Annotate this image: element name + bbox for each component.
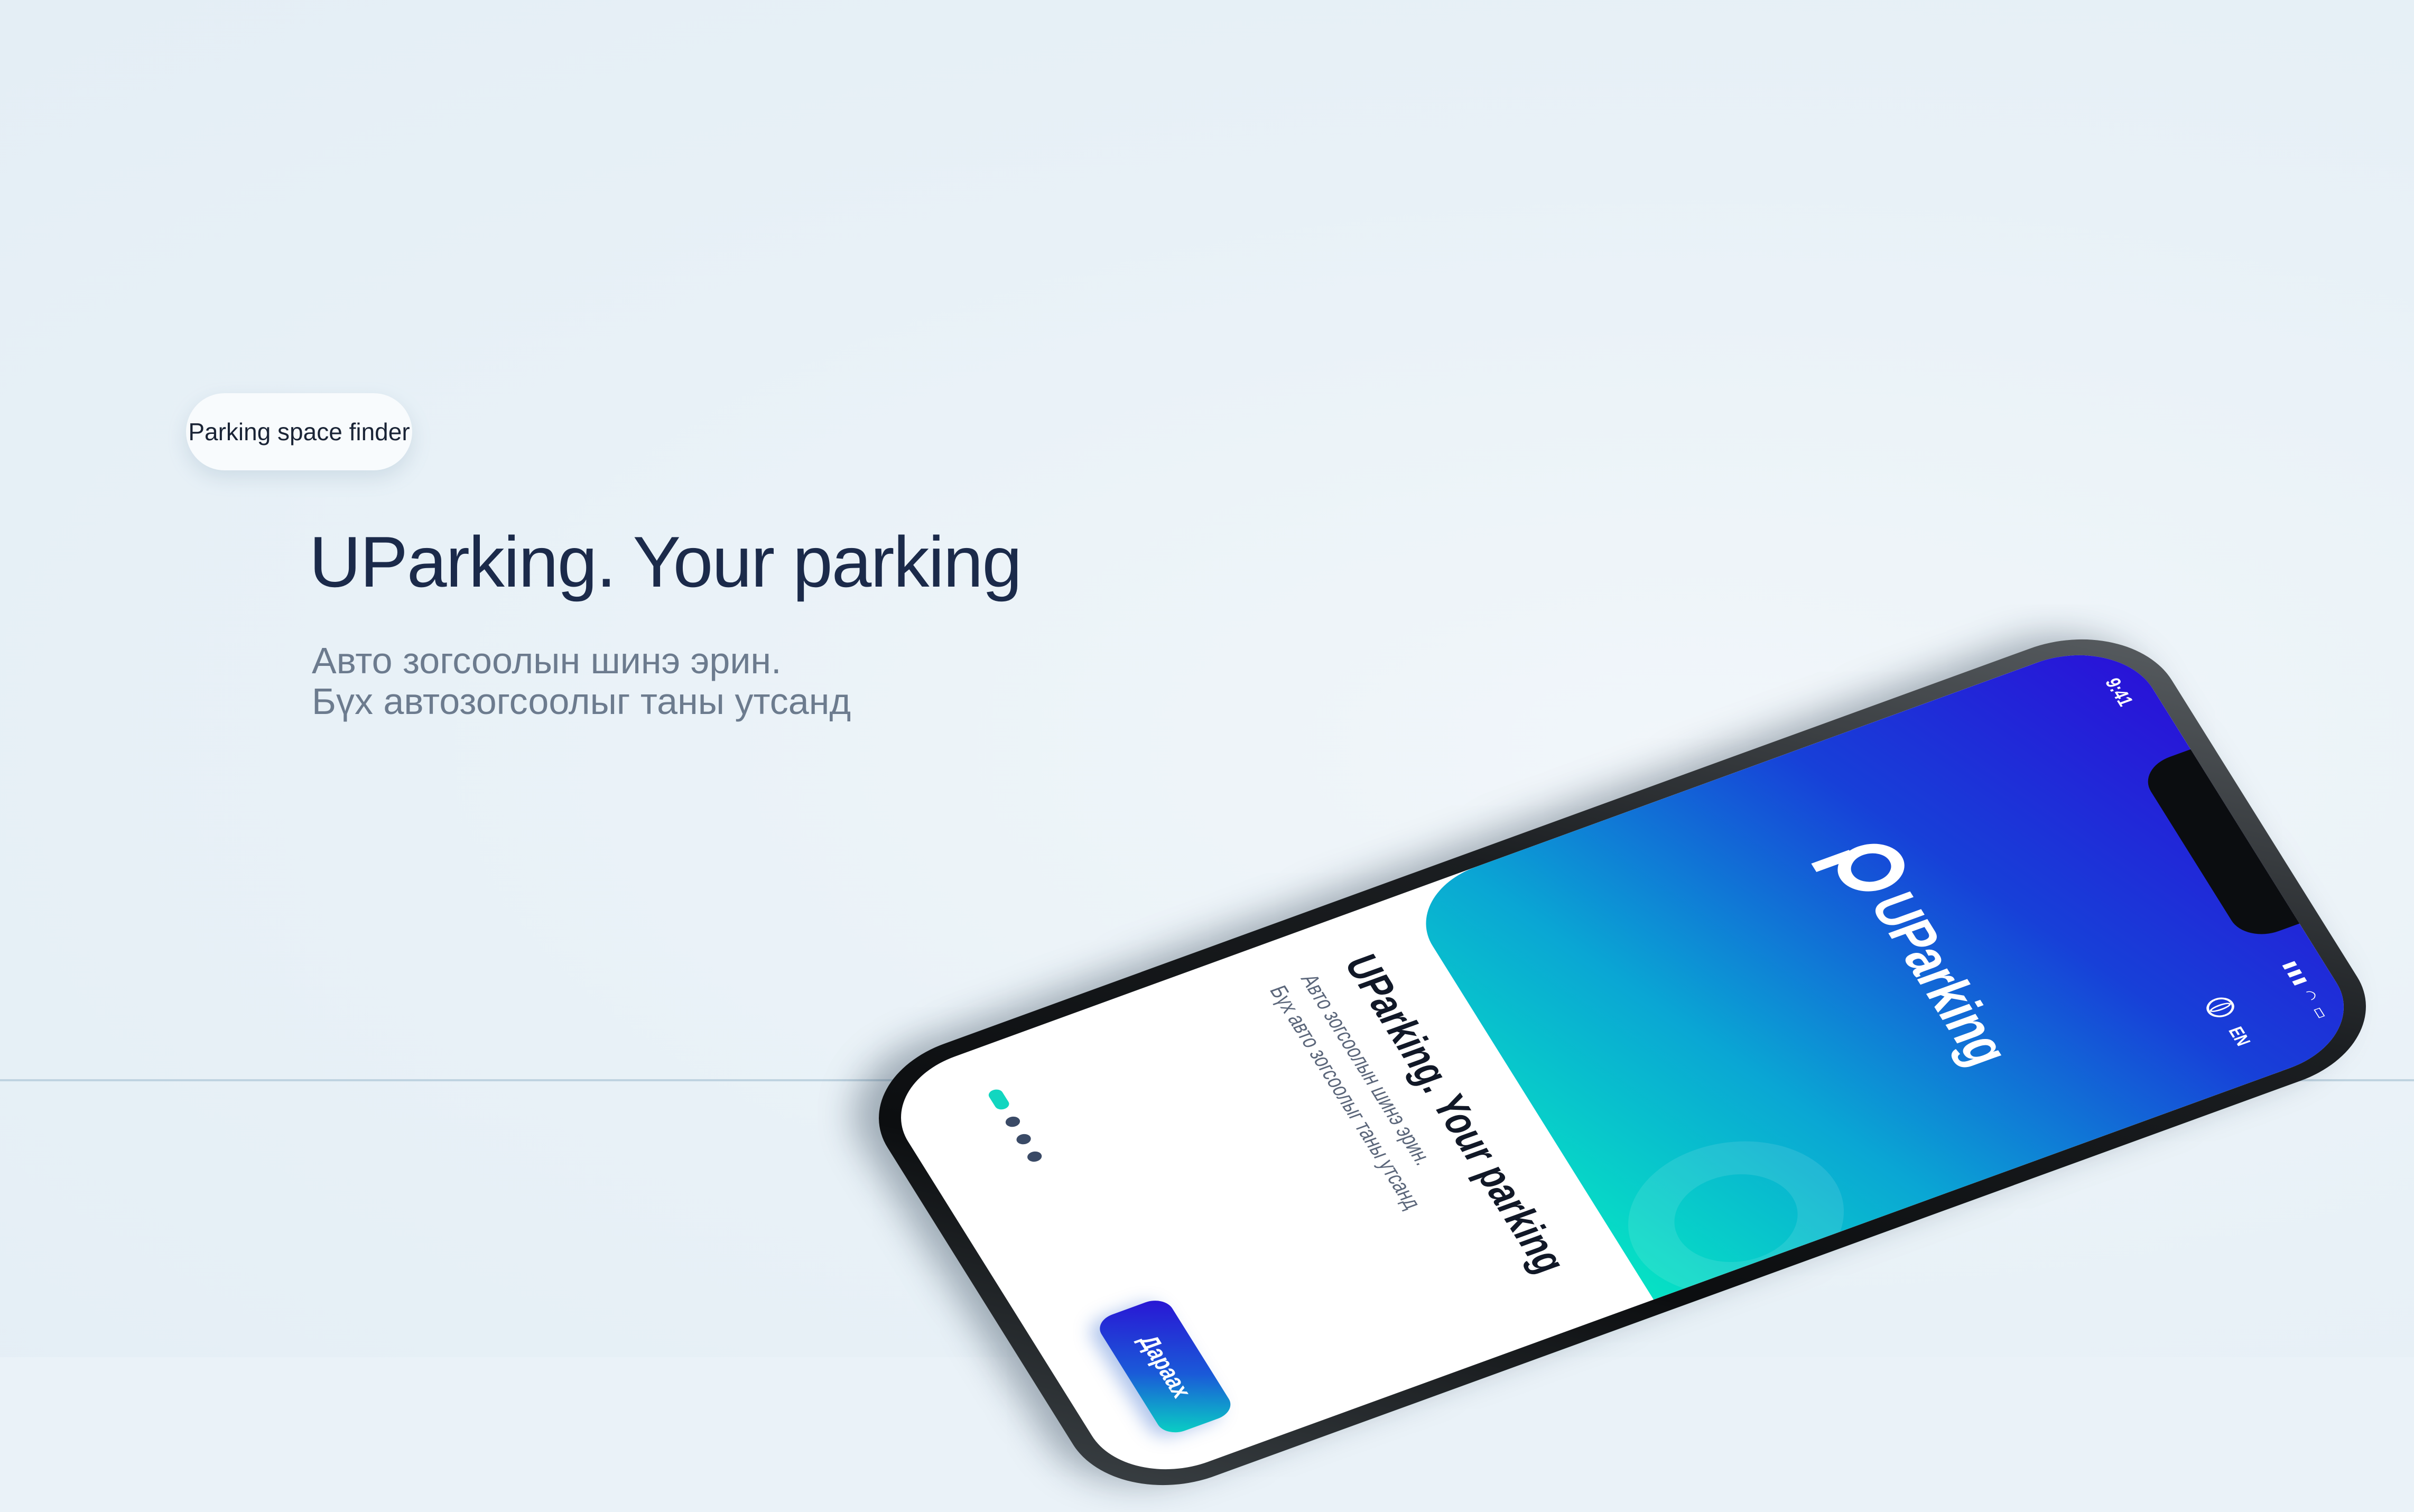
pager-dot[interactable] (1003, 1115, 1023, 1129)
pager-dots (986, 1088, 1044, 1164)
parking-p-icon (1827, 835, 1915, 900)
language-switch[interactable]: EN (2223, 1024, 2254, 1049)
subtitle-line-2: Бүх автозогсоолыг таны утсанд (312, 681, 851, 722)
category-tag: Parking space finder (186, 393, 412, 470)
globe-icon[interactable] (2202, 994, 2239, 1021)
page-title: UParking. Your parking (309, 522, 1022, 602)
subtitle-line-1: Авто зогсоолын шинэ эрин. (312, 640, 782, 681)
category-tag-label: Parking space finder (188, 418, 410, 446)
pager-dot[interactable] (986, 1088, 1011, 1111)
app-logo: UParking (1825, 834, 2025, 1073)
next-button[interactable]: Дараах (1093, 1295, 1237, 1438)
status-time: 9:41 (2100, 675, 2138, 709)
pager-dot[interactable] (1025, 1149, 1044, 1164)
pager-dot[interactable] (1014, 1132, 1033, 1146)
app-logo-text: UParking (1857, 885, 2024, 1073)
status-icons: ▮▮▮ ◠ ▭ (2280, 959, 2334, 1023)
